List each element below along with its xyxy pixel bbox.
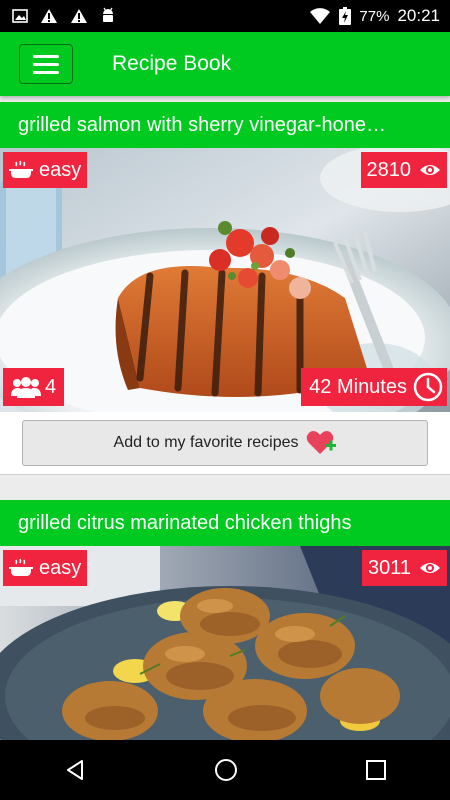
views-badge: 2810 [360, 152, 447, 188]
back-icon[interactable] [63, 758, 87, 782]
eye-icon [420, 563, 440, 573]
add-to-favorites-label: Add to my favorite recipes [113, 434, 299, 451]
home-icon[interactable] [213, 757, 239, 783]
servings-badge: 4 [3, 368, 65, 406]
difficulty-badge: easy [3, 550, 88, 586]
android-icon [103, 7, 113, 22]
difficulty-label: easy [39, 158, 82, 181]
cooking-time: 42 Minutes [309, 375, 407, 398]
recents-icon[interactable] [365, 759, 387, 781]
views-count: 2810 [366, 158, 412, 181]
battery-percentage: 77% [359, 7, 390, 25]
servings-count: 4 [45, 375, 57, 398]
app-bar: Recipe Book [0, 32, 450, 96]
status-bar: 77% 20:21 [0, 0, 450, 32]
recipe-image[interactable]: easy 3011 [0, 546, 450, 740]
recipe-card[interactable]: grilled citrus marinated chicken thighs [0, 500, 450, 740]
recipe-image[interactable]: easy 2810 4 42 Minutes [0, 148, 450, 412]
notification-icons [0, 7, 116, 25]
people-icon [11, 377, 41, 398]
recipe-title[interactable]: grilled salmon with sherry vinegar-hone… [0, 102, 450, 148]
recipe-feed[interactable]: grilled salmon with sherry vinegar-hone… [0, 96, 450, 740]
clock-icon [413, 372, 443, 402]
views-count: 3011 [367, 556, 411, 579]
menu-icon-line [33, 62, 59, 66]
wifi-icon [310, 8, 331, 24]
warning-icon [71, 9, 87, 23]
app-title: Recipe Book [112, 52, 232, 75]
add-to-favorites-button[interactable]: Add to my favorite recipes [22, 420, 428, 466]
eye-icon [420, 165, 440, 175]
battery-charging-icon [339, 7, 352, 25]
cooking-time-badge: 42 Minutes [301, 368, 447, 406]
warning-icon [41, 9, 57, 23]
clock: 20:21 [397, 6, 440, 25]
cooking-pot-icon [9, 558, 33, 576]
menu-button[interactable] [19, 44, 73, 84]
image-icon [12, 9, 28, 23]
views-badge: 3011 [361, 550, 447, 586]
menu-icon-line [33, 54, 59, 58]
menu-icon-line [33, 70, 59, 74]
system-status: 77% 20:21 [309, 6, 450, 26]
recipe-card[interactable]: grilled salmon with sherry vinegar-hone… [0, 102, 450, 475]
heart-plus-icon [307, 431, 337, 454]
difficulty-label: easy [39, 556, 82, 579]
system-navigation-bar [0, 740, 450, 800]
cooking-pot-icon [9, 160, 33, 178]
favorite-area: Add to my favorite recipes [0, 412, 450, 475]
recipe-title[interactable]: grilled citrus marinated chicken thighs [0, 500, 450, 546]
difficulty-badge: easy [3, 152, 88, 188]
